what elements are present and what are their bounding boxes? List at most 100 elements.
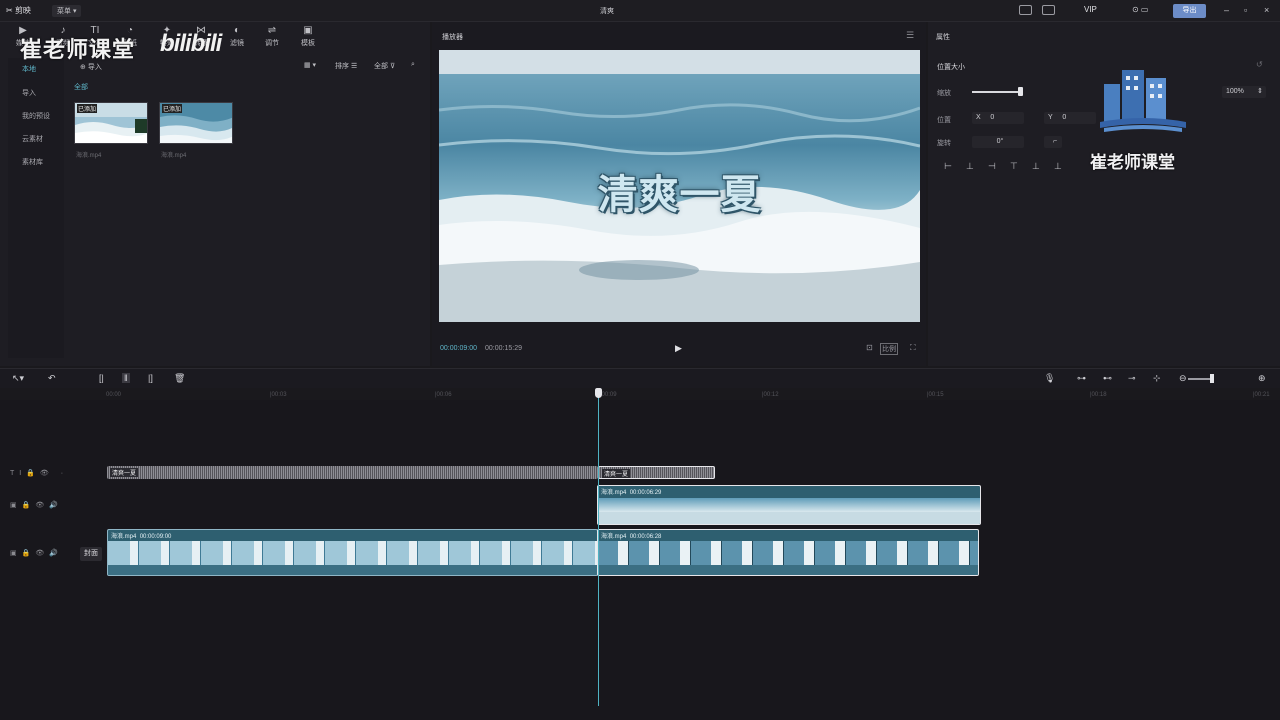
scale-input[interactable]: 100% ⇕ [1222,86,1266,98]
play-icon[interactable]: ▶ [675,343,682,354]
scissors-icon: ✂ [6,6,13,15]
text-track-controls[interactable]: TI🔒👁 · [10,469,68,477]
all-tab[interactable]: 全部 [74,82,88,92]
media-filename: 海浪.mp4 [161,153,187,159]
align-left-icon[interactable]: ⊢ [944,161,952,172]
reset-icon[interactable]: ↺ [1256,60,1263,69]
added-badge: 已添加 [162,104,183,113]
sort-button[interactable]: 排序 ☰ [335,61,357,71]
clip-filename: 海浪.mp4 [601,534,627,540]
media-thumbnail[interactable]: 已添加 [159,102,233,144]
layout-icon[interactable] [1019,5,1032,15]
scale-slider-track[interactable] [972,91,1022,93]
sidebar-item-presets[interactable]: 我的预设 [22,111,50,121]
ruler-tick: |00:06 [435,392,452,398]
timeline-toolbar [0,368,1280,388]
align-center-icon[interactable]: ⊥ [966,161,974,172]
sidebar-item-cloud[interactable]: 云素材 [22,134,43,144]
main-video-clip[interactable]: 海浪.mp4 00:00:06:28 [597,529,979,576]
template-icon: ▣ [303,25,313,36]
search-icon[interactable]: ⌕ [411,61,415,69]
media-filename: 海浪.mp4 [76,153,102,159]
sidebar-item-library[interactable]: 素材库 [22,157,43,167]
undo-icon[interactable]: ↶ [48,373,56,384]
player-menu-icon[interactable]: ☰ [906,30,914,41]
watermark-caption: 崔老师课堂 [1090,153,1175,172]
tool-filter[interactable]: ◐ 滤镜 [222,25,252,48]
minimize-icon[interactable]: – [1224,5,1229,15]
media-thumbnail[interactable]: 已添加 [74,102,148,144]
adjust-icon: ⇌ [267,25,277,36]
tool-label: 调节 [265,40,279,47]
ruler-tick: |00:03 [270,392,287,398]
clip-name: 海浪.mp4 00:00:09:00 [111,531,171,540]
position-label: 位置 [937,117,951,124]
scale-value: 100% [1226,88,1244,95]
close-icon[interactable]: × [1264,5,1269,15]
view-toggle-icon[interactable]: ▦ ▾ [304,61,316,69]
align-right-icon[interactable]: ⊣ [988,161,996,172]
position-y-input[interactable]: Y 0 [1044,112,1096,124]
total-time: 00:00:15:29 [485,345,522,352]
export-button[interactable]: 导出 [1173,4,1206,18]
shortcut-icon[interactable] [1042,5,1055,15]
zoom-fit-icon[interactable]: ⊕ [1258,373,1266,384]
app-name: 剪映 [14,6,31,15]
fullscreen-icon[interactable]: ⛶ [910,343,916,353]
position-x-input[interactable]: X 0 [972,112,1024,124]
sidebar-item-import[interactable]: 导入 [22,88,36,98]
split-left-icon[interactable]: [| [99,373,104,383]
fit-screen-icon[interactable]: ⊡ [866,343,873,352]
media-sidebar: 本地 导入 我的预设 云素材 素材库 [8,58,64,358]
text-clip[interactable]: 清爽一夏 [598,466,715,479]
overlay-video-clip[interactable]: 海浪.mp4 00:00:06:29 [597,485,981,525]
ratio-button[interactable]: 比例 [880,343,898,355]
player-title: 播放器 [442,34,463,41]
maximize-icon[interactable]: ▫ [1244,5,1247,15]
split-icon[interactable]: ‖ [122,373,130,383]
text-clip[interactable]: 清爽一夏 [107,466,598,479]
linkage-icon[interactable]: ⊹ [1153,373,1161,384]
tool-template[interactable]: ▣ 模板 [293,25,323,48]
properties-title: 属性 [936,34,950,41]
zoom-out-icon[interactable]: ⊖ [1179,373,1187,384]
share-icon[interactable]: ⊙ ▭ [1132,5,1148,14]
watermark-building-icon [1100,70,1186,132]
select-tool-icon[interactable]: ↖▾ [12,373,24,384]
tool-label: 模板 [301,40,315,47]
ruler-tick: |00:12 [762,392,779,398]
video-preview[interactable]: 清爽一夏 [439,50,920,322]
scale-label: 缩放 [937,90,951,97]
align-top-icon[interactable]: ⊤ [1010,161,1018,172]
delete-icon[interactable]: 🗑 [174,373,185,384]
tool-adjust[interactable]: ⇌ 调节 [257,25,287,48]
sidebar-item-local[interactable]: 本地 [22,64,36,74]
playhead-line[interactable] [598,390,599,706]
zoom-slider-handle[interactable] [1210,374,1214,383]
clip-waveform [598,512,980,524]
overlay-track-controls[interactable]: ▣🔒👁🔊 [10,501,63,509]
main-track-controls[interactable]: ▣🔒👁🔊 [10,549,63,557]
clip-waveform [598,565,978,575]
flip-button[interactable]: ⌐ [1044,136,1062,148]
clip-duration: 00:00:06:29 [629,490,662,496]
filter-button[interactable]: 全部 ⊽ [374,61,395,71]
align-bottom-icon[interactable]: ⊥ [1054,161,1062,172]
align-middle-icon[interactable]: ⊥ [1032,161,1040,172]
scale-slider-handle[interactable] [1018,87,1023,96]
link-main-track-icon[interactable]: ⊶ [1077,373,1086,384]
preview-axis-icon[interactable]: ⊷ [1103,373,1112,384]
media-panel [0,22,430,366]
snap-icon[interactable]: ⊸ [1128,373,1136,384]
microphone-icon[interactable]: 🎙 [1044,373,1055,384]
main-video-clip[interactable]: 海浪.mp4 00:00:09:00 [107,529,598,576]
rotate-input[interactable]: 0° [972,136,1024,148]
split-right-icon[interactable]: |] [148,373,153,383]
cover-button[interactable]: 封面 [80,547,102,561]
filter-icon: ◐ [233,25,241,36]
clip-filename: 海浪.mp4 [601,490,627,496]
clip-name: 海浪.mp4 00:00:06:28 [601,531,661,540]
playhead-handle[interactable] [595,388,602,398]
vip-badge[interactable]: VIP [1084,5,1097,14]
menu-button[interactable]: 菜单 ▾ [52,5,82,17]
